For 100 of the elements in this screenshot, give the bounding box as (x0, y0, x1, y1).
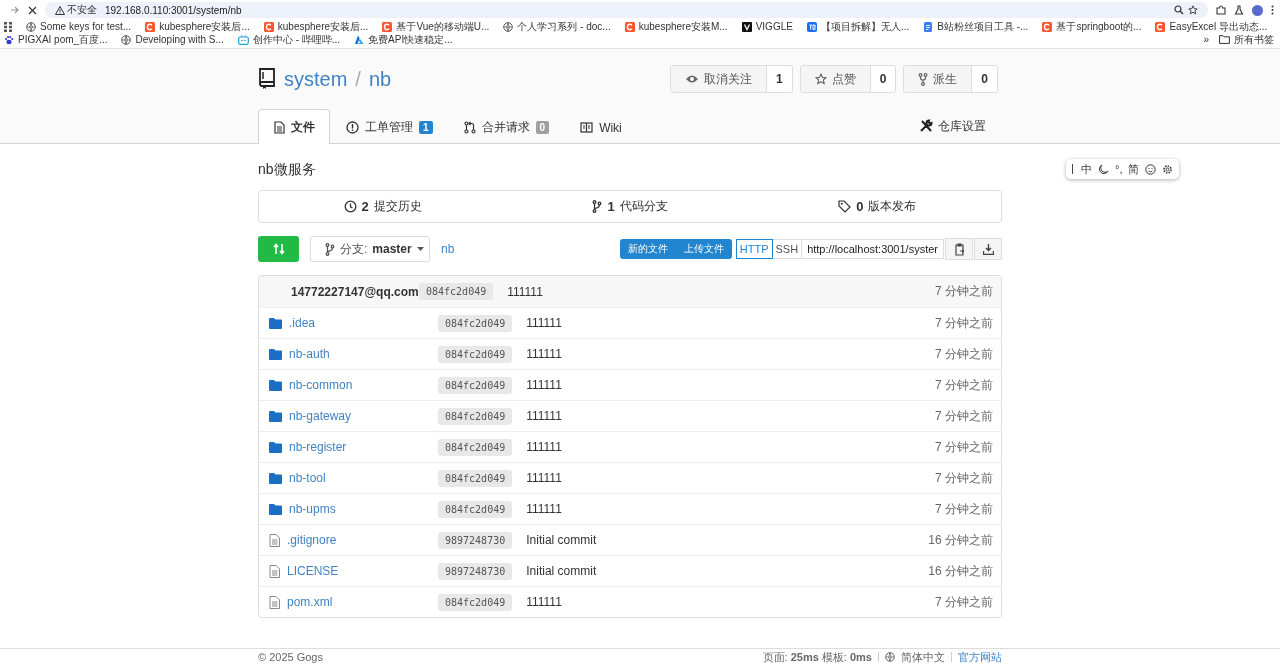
commit-sha[interactable]: 084fc2d049 (438, 407, 513, 425)
smile-icon[interactable] (1145, 163, 1157, 175)
tab[interactable]: 文件 (258, 109, 330, 144)
commit-sha[interactable]: 084fc2d049 (438, 314, 513, 332)
file-link[interactable]: LICENSE (287, 564, 339, 578)
folder-link[interactable]: nb-register (289, 440, 347, 454)
commit-sha[interactable]: 084fc2d049 (438, 469, 513, 487)
commit-sha[interactable]: 084fc2d049 (438, 500, 513, 518)
repo-link[interactable]: nb (368, 67, 392, 91)
stat-link[interactable]: 2 提交历史 (259, 191, 507, 222)
globe-icon (121, 34, 132, 45)
bookmark-link[interactable]: B站粉丝项目工具 -... (937, 20, 1029, 33)
bookmark-link[interactable]: kubesphere安装后... (159, 20, 250, 33)
ime-button[interactable]: °, (1115, 163, 1123, 175)
bookmark-link[interactable]: PIGXAI pom_百度... (18, 33, 108, 46)
action-count[interactable]: 0 (870, 66, 896, 92)
owner-link[interactable]: system (284, 67, 348, 91)
path-link[interactable]: nb (441, 242, 455, 256)
bookmark-link[interactable]: Some keys for test... (40, 20, 132, 33)
commit-time: 7 分钟之前 (935, 593, 993, 611)
bookmark-link[interactable]: Developing with S... (135, 33, 224, 46)
moon-icon[interactable] (1098, 163, 1109, 175)
book-icon (580, 122, 594, 133)
commit-sha[interactable]: 9897248730 (438, 531, 513, 549)
commit-sha[interactable]: 084fc2d049 (438, 593, 513, 611)
settings-icon[interactable] (1162, 163, 1174, 175)
address-bar[interactable]: 不安全 192.168.0.110:3001/system/nb (45, 2, 1208, 18)
new-file-button[interactable]: 新的文件 (619, 239, 676, 259)
clone-url-field[interactable]: http://localhost:3001/syster (802, 239, 944, 259)
action-button[interactable]: 取消关注 (670, 66, 767, 92)
zoom-icon[interactable] (1174, 5, 1184, 15)
flask-icon[interactable] (1234, 5, 1244, 15)
logo-icon (624, 21, 635, 32)
commit-message: Initial commit (526, 533, 597, 547)
count-badge: 0 (535, 121, 550, 134)
bookmark-link[interactable]: 创作中心 - 哔哩哔... (252, 33, 341, 46)
folder-link[interactable]: nb-gateway (289, 409, 352, 423)
protocol-button[interactable]: HTTP (735, 239, 773, 259)
file-link[interactable]: .gitignore (287, 533, 337, 547)
star-icon[interactable] (1188, 5, 1198, 15)
folder-link[interactable]: .idea (289, 316, 316, 330)
tab[interactable]: 合并请求 0 (447, 110, 565, 144)
commit-sha[interactable]: 084fc2d049 (438, 345, 513, 363)
close-icon[interactable] (28, 5, 37, 15)
download-icon (982, 243, 994, 255)
upload-file-button[interactable]: 上传文件 (675, 239, 732, 259)
commit-sha[interactable]: 084fc2d049 (419, 283, 494, 300)
action-button[interactable]: 点赞 (800, 66, 871, 92)
bookmark-link[interactable]: 免费API快速稳定... (368, 33, 453, 46)
action-button[interactable]: 派生 (904, 66, 973, 92)
commit-sha[interactable]: 084fc2d049 (438, 376, 513, 394)
folder-icon (269, 472, 282, 484)
folder-icon (1219, 35, 1230, 44)
bookmark-link[interactable]: kubesphere安装M... (638, 20, 728, 33)
tab[interactable]: 工单管理 1 (330, 110, 448, 144)
file-icon (269, 595, 280, 609)
bookmark-link[interactable]: 基于Vue的移动端U... (396, 20, 490, 33)
apps-icon[interactable] (4, 21, 12, 32)
eye-icon (684, 74, 699, 84)
logo-icon (382, 21, 393, 32)
commit-sha[interactable]: 084fc2d049 (438, 438, 513, 456)
logo-icon (741, 21, 752, 32)
ime-button[interactable]: 中 (1081, 161, 1092, 177)
ime-button[interactable]: 简 (1128, 161, 1140, 177)
commit-sha[interactable]: 9897248730 (438, 562, 513, 580)
forward-icon[interactable] (10, 5, 20, 15)
bookmark-link[interactable]: 基于springboot的... (1056, 20, 1142, 33)
download-button[interactable] (974, 238, 1002, 260)
branch-dropdown[interactable]: 分支: master (310, 236, 430, 262)
bookmark-link[interactable]: VIGGLE (755, 20, 793, 33)
stat-link[interactable]: 1 代码分支 (506, 191, 754, 222)
bookmark-link[interactable]: kubesphere安装后... (277, 20, 369, 33)
path-separator: / (355, 67, 361, 91)
folder-link[interactable]: nb-auth (289, 347, 330, 361)
bookmark-link[interactable]: 个人学习系列 - doc... (517, 20, 611, 33)
folder-link[interactable]: nb-upms (289, 502, 336, 516)
settings-tab[interactable]: 仓库设置 (919, 109, 986, 143)
tab[interactable]: Wiki (564, 110, 637, 144)
copy-button[interactable] (945, 238, 973, 260)
menu-icon[interactable] (1271, 5, 1274, 15)
security-label: 不安全 (67, 3, 97, 17)
action-count[interactable]: 1 (766, 66, 792, 92)
avatar-icon[interactable] (1252, 4, 1263, 16)
file-link[interactable]: pom.xml (287, 595, 333, 609)
compare-icon (272, 242, 285, 256)
branch-icon (325, 242, 335, 256)
folder-link[interactable]: nb-common (289, 378, 353, 392)
more-bookmarks-button[interactable]: » (1203, 34, 1209, 45)
commit-time: 7 分钟之前 (935, 438, 993, 456)
action-count[interactable]: 0 (972, 66, 997, 92)
language-selector[interactable]: 简体中文 (901, 649, 945, 665)
extension-icon[interactable] (1216, 5, 1226, 15)
website-link[interactable]: 官方网站 (958, 649, 1002, 665)
bookmark-link[interactable]: 【项目拆解】无人... (820, 20, 910, 33)
bookmark-folder[interactable]: 所有书签 (1234, 33, 1274, 46)
globe-icon (26, 21, 36, 32)
stat-link[interactable]: 0 版本发布 (753, 191, 1001, 222)
bookmark-link[interactable]: EasyExcel 导出动态... (1169, 20, 1268, 33)
folder-link[interactable]: nb-tool (289, 471, 326, 485)
protocol-button[interactable]: SSH (772, 239, 803, 259)
